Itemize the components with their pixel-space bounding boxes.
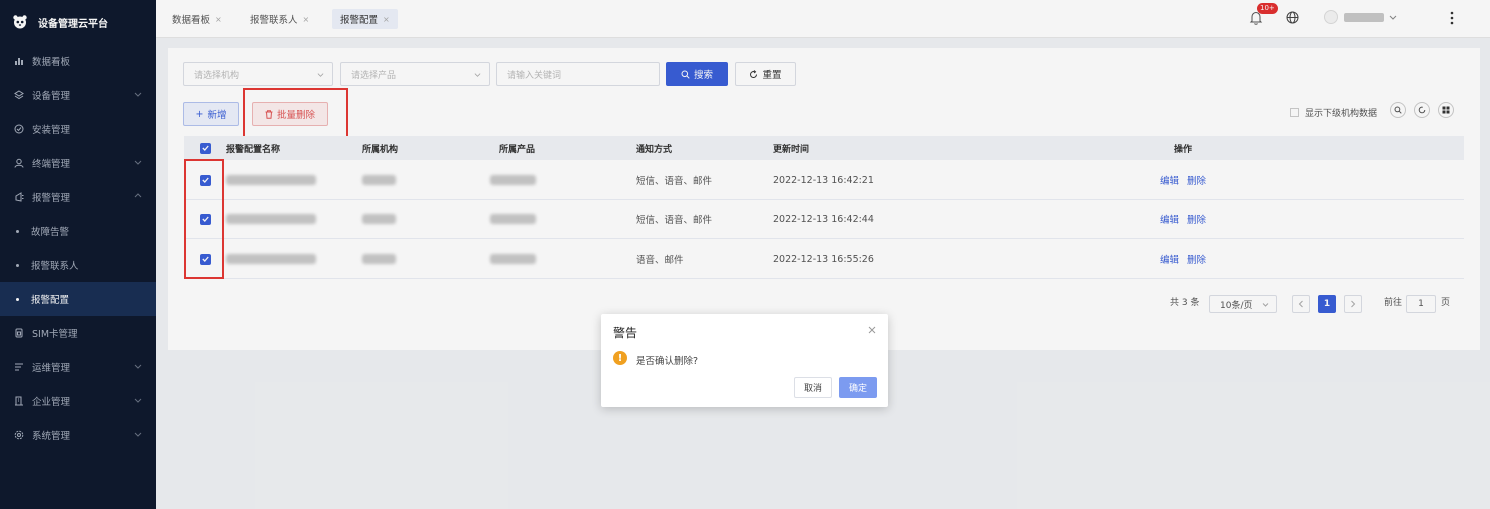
- warning-icon: !: [613, 351, 627, 365]
- confirm-button[interactable]: 确定: [839, 377, 877, 398]
- close-icon[interactable]: [868, 326, 876, 334]
- confirm-dialog: 警告 ! 是否确认删除? 取消 确定: [601, 314, 888, 407]
- dialog-title: 警告: [613, 326, 638, 340]
- modal-overlay[interactable]: [0, 0, 1490, 509]
- dialog-message: 是否确认删除?: [636, 356, 699, 367]
- cancel-button[interactable]: 取消: [794, 377, 832, 398]
